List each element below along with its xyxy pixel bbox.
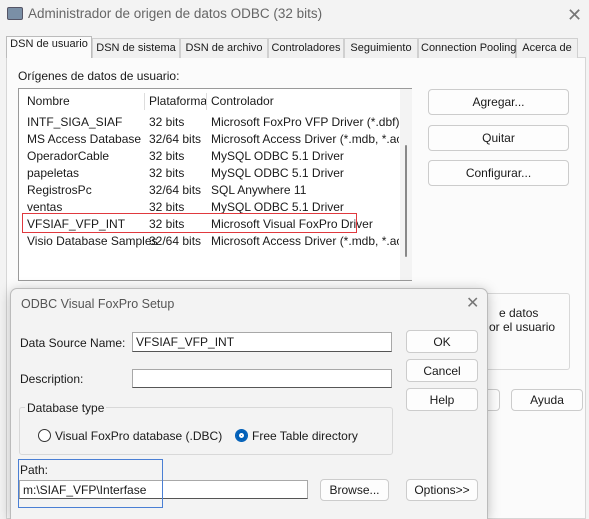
dialog-title: ODBC Visual FoxPro Setup bbox=[21, 297, 175, 311]
table-row[interactable]: INTF_SIGA_SIAF 32 bits Microsoft FoxPro VF… bbox=[19, 114, 399, 131]
row-driver: SQL Anywhere 11 bbox=[211, 183, 307, 197]
row-platform: 32 bits bbox=[149, 149, 185, 163]
row-driver: MySQL ODBC 5.1 Driver bbox=[211, 149, 344, 163]
row-name: OperadorCable bbox=[27, 149, 110, 163]
row-platform: 32/64 bits bbox=[149, 132, 202, 146]
table-row[interactable]: Visio Database Samples 32/64 bits Microsof… bbox=[19, 233, 399, 250]
row-name: INTF_SIGA_SIAF bbox=[27, 115, 123, 129]
odbc-app-icon bbox=[7, 7, 23, 20]
dsn-label: Data Source Name: bbox=[20, 336, 126, 350]
tab-connection-pooling[interactable]: Connection Pooling bbox=[418, 38, 516, 58]
row-name: Visio Database Samples bbox=[27, 234, 158, 248]
configure-button[interactable]: Configurar... bbox=[428, 160, 569, 186]
tab-seguimiento[interactable]: Seguimiento bbox=[344, 38, 418, 58]
row-platform: 32 bits bbox=[149, 166, 185, 180]
col-plataforma[interactable]: Plataforma bbox=[144, 93, 207, 110]
dialog-close-icon[interactable]: ✕ bbox=[466, 296, 479, 312]
help-button[interactable]: Help bbox=[406, 388, 478, 411]
radio-dbc-label[interactable]: Visual FoxPro database (.DBC) bbox=[55, 429, 222, 443]
options-button[interactable]: Options>> bbox=[406, 479, 478, 501]
dsn-input[interactable]: VFSIAF_VFP_INT bbox=[132, 332, 392, 352]
row-name: RegistrosPc bbox=[27, 183, 92, 197]
list-header: Nombre Plataforma Controlador bbox=[19, 93, 399, 110]
row-driver: Microsoft Access Driver (*.mdb, *.accdb) bbox=[211, 132, 399, 146]
browse-button[interactable]: Browse... bbox=[320, 479, 389, 501]
row-driver: Microsoft Access Driver (*.mdb, *.accdb) bbox=[211, 234, 399, 248]
tab-acerca-de[interactable]: Acerca de bbox=[516, 38, 578, 58]
radio-free-table[interactable] bbox=[235, 429, 248, 442]
row-name: MS Access Database bbox=[27, 132, 142, 146]
path-highlight-box bbox=[18, 459, 163, 508]
tab-dsn-sistema[interactable]: DSN de sistema bbox=[92, 38, 180, 58]
row-platform: 32 bits bbox=[149, 115, 185, 129]
row-platform: 32/64 bits bbox=[149, 183, 202, 197]
window-title: Administrador de origen de datos ODBC (3… bbox=[28, 6, 323, 21]
radio-free-table-label[interactable]: Free Table directory bbox=[252, 429, 358, 443]
description-label: Description: bbox=[20, 372, 84, 386]
tab-dsn-archivo[interactable]: DSN de archivo bbox=[180, 38, 268, 58]
col-nombre[interactable]: Nombre bbox=[27, 93, 70, 110]
tab-dsn-usuario[interactable]: DSN de usuario bbox=[6, 36, 92, 58]
remove-button[interactable]: Quitar bbox=[428, 125, 569, 151]
scroll-thumb[interactable] bbox=[405, 145, 407, 257]
table-row[interactable]: OperadorCable 32 bits MySQL ODBC 5.1 Drive… bbox=[19, 148, 399, 165]
row-highlight-box bbox=[22, 213, 357, 233]
database-type-label: Database type bbox=[25, 401, 107, 415]
info-text-1: e datos bbox=[499, 306, 539, 320]
scrollbar[interactable] bbox=[400, 89, 412, 280]
table-row[interactable]: papeletas 32 bits MySQL ODBC 5.1 Driver bbox=[19, 165, 399, 182]
table-row[interactable]: MS Access Database 32/64 bits Microsoft Ac… bbox=[19, 131, 399, 148]
description-input[interactable] bbox=[132, 369, 392, 388]
add-button[interactable]: Agregar... bbox=[428, 89, 569, 115]
tab-controladores[interactable]: Controladores bbox=[268, 38, 344, 58]
radio-dbc[interactable] bbox=[38, 429, 51, 442]
data-source-list[interactable]: Nombre Plataforma Controlador INTF_SIGA_… bbox=[18, 88, 412, 281]
table-row[interactable]: RegistrosPc 32/64 bits SQL Anywhere 11 bbox=[19, 182, 399, 199]
col-controlador[interactable]: Controlador bbox=[206, 93, 394, 110]
foxpro-setup-dialog: ODBC Visual FoxPro Setup ✕ Data Source N… bbox=[10, 288, 488, 519]
row-platform: 32/64 bits bbox=[149, 234, 202, 248]
list-label: Orígenes de datos de usuario: bbox=[18, 69, 180, 83]
row-driver: MySQL ODBC 5.1 Driver bbox=[211, 166, 344, 180]
close-icon[interactable]: ✕ bbox=[567, 6, 582, 24]
cancel-button[interactable]: Cancel bbox=[406, 359, 478, 382]
ok-button[interactable]: OK bbox=[406, 330, 478, 353]
help-button-main[interactable]: Ayuda bbox=[511, 389, 583, 411]
row-name: papeletas bbox=[27, 166, 80, 180]
tab-bar: DSN de usuario DSN de sistema DSN de arc… bbox=[6, 36, 580, 58]
info-text-2: or el usuario bbox=[489, 320, 556, 334]
row-driver: Microsoft FoxPro VFP Driver (*.dbf) bbox=[211, 115, 399, 129]
